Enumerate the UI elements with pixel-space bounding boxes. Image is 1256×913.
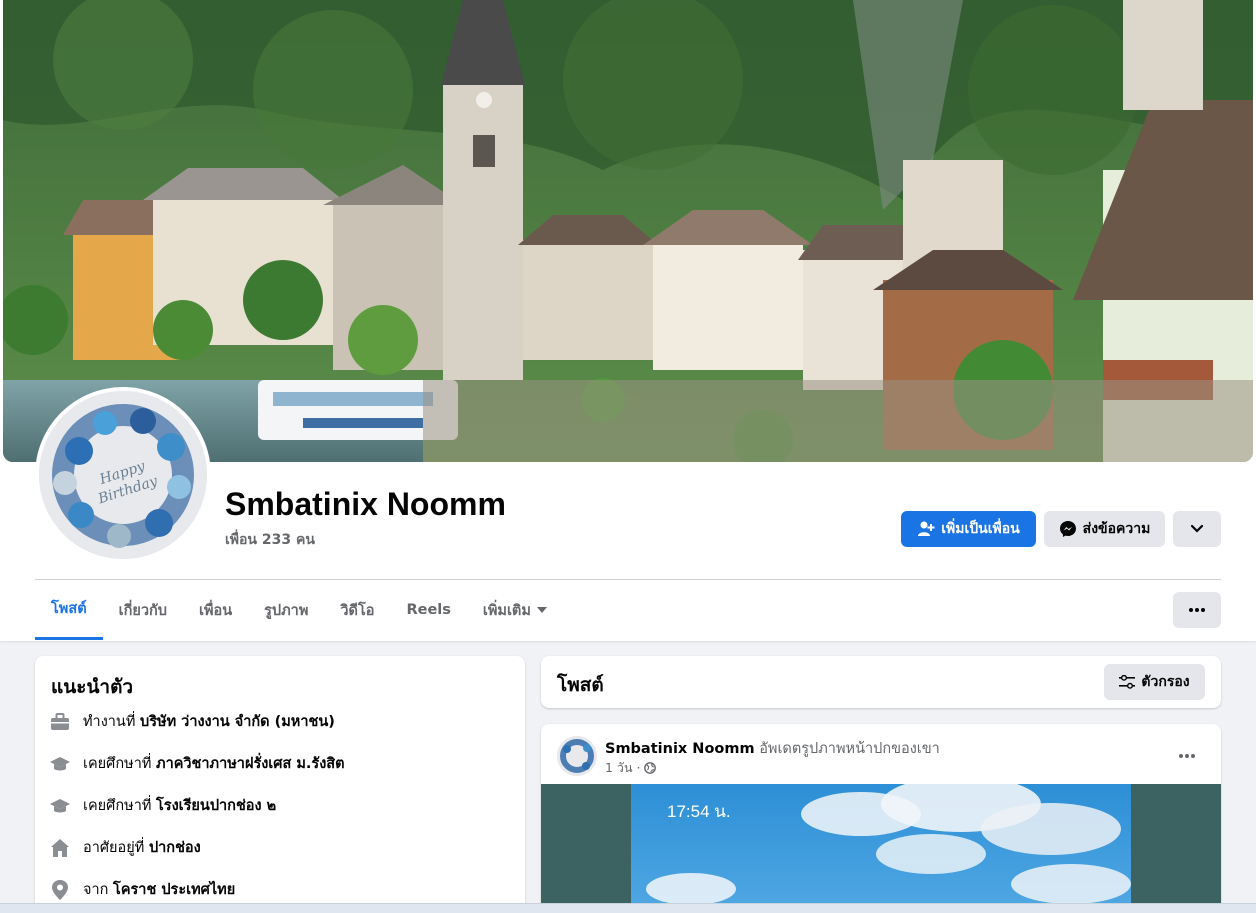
- add-friend-icon: [918, 521, 935, 536]
- post-timestamp[interactable]: 1 วัน ·: [605, 758, 657, 778]
- post-card: Smbatinix Noomm อัพเดตรูปภาพหน้าปกของเขา…: [541, 724, 1221, 913]
- friends-count[interactable]: เพื่อน 233 คน: [225, 529, 315, 551]
- filter-button[interactable]: ตัวกรอง: [1104, 664, 1205, 700]
- tab-label: วิดีโอ: [340, 602, 375, 619]
- message-button[interactable]: ส่งข้อความ: [1044, 511, 1165, 547]
- post-image-time: 17:54 น.: [667, 802, 731, 821]
- post-image-sky: 17:54 น.: [631, 784, 1131, 903]
- profile-name: Smbatinix Noomm: [225, 486, 506, 522]
- intro-prefix: จาก: [83, 882, 109, 898]
- intro-value[interactable]: บริษัท ว่างงาน จำกัด (มหาชน): [140, 714, 335, 730]
- tab-label: รูปภาพ: [264, 602, 309, 619]
- tab-label: Reels: [406, 602, 451, 618]
- tabs-more-options-button[interactable]: [1173, 592, 1221, 628]
- graduation-cap-icon: [49, 753, 71, 775]
- os-taskbar: [0, 903, 1256, 913]
- intro-education-2: เคยศึกษาที่ โรงเรียนปากช่อง ๒: [49, 794, 276, 817]
- intro-title: แนะนำตัว: [51, 676, 134, 698]
- more-dots-icon: [1189, 608, 1205, 612]
- profile-header: Happy Birthday Smbatinix Noomm เพื่อน 23…: [0, 0, 1256, 641]
- home-icon: [49, 837, 71, 859]
- tab-friends[interactable]: เพื่อน: [183, 580, 248, 640]
- intro-lives-in: อาศัยอยู่ที่ ปากช่อง: [49, 836, 201, 859]
- intro-value[interactable]: ปากช่อง: [149, 840, 201, 856]
- tab-label: เกี่ยวกับ: [118, 602, 167, 619]
- posts-title: โพสต์: [557, 674, 604, 696]
- post-author-name[interactable]: Smbatinix Noomm: [605, 741, 755, 757]
- intro-work: ทำงานที่ บริษัท ว่างงาน จำกัด (มหาชน): [49, 710, 335, 733]
- location-pin-icon: [49, 879, 71, 901]
- intro-value[interactable]: ภาควิชาภาษาฝรั่งเศส ม.รังสิต: [156, 756, 345, 772]
- cover-photo[interactable]: [3, 0, 1253, 462]
- tab-label: เพิ่มเติม: [482, 602, 531, 619]
- add-friend-label: เพิ่มเป็นเพื่อน: [941, 521, 1020, 537]
- chevron-down-icon: [1190, 524, 1204, 533]
- post-header-text: Smbatinix Noomm อัพเดตรูปภาพหน้าปกของเขา: [605, 737, 940, 760]
- messenger-icon: [1059, 521, 1076, 537]
- intro-value[interactable]: โคราช ประเทศไทย: [113, 882, 235, 898]
- tab-about[interactable]: เกี่ยวกับ: [103, 580, 183, 640]
- caret-down-icon: [536, 607, 547, 613]
- tab-label: เพื่อน: [198, 602, 233, 619]
- profile-options-button[interactable]: [1173, 511, 1221, 547]
- profile-avatar[interactable]: Happy Birthday: [35, 387, 211, 563]
- more-dots-icon: [1179, 754, 1195, 758]
- intro-value[interactable]: โรงเรียนปากช่อง ๒: [156, 798, 276, 814]
- posts-header-card: โพสต์ ตัวกรอง: [541, 656, 1221, 708]
- tab-posts[interactable]: โพสต์: [35, 580, 103, 640]
- intro-prefix: อาศัยอยู่ที่: [83, 840, 145, 856]
- post-options-button[interactable]: [1171, 740, 1203, 772]
- intro-prefix: ทำงานที่: [83, 714, 136, 730]
- intro-from: จาก โคราช ประเทศไทย: [49, 878, 235, 901]
- tab-photos[interactable]: รูปภาพ: [248, 580, 324, 640]
- post-time-text: 1 วัน ·: [605, 760, 641, 775]
- post-image[interactable]: 17:54 น.: [541, 784, 1221, 903]
- tab-reels[interactable]: Reels: [390, 580, 466, 640]
- cover-photo-image: [3, 0, 1253, 462]
- briefcase-icon: [49, 711, 71, 733]
- add-friend-button[interactable]: เพิ่มเป็นเพื่อน: [901, 511, 1036, 547]
- profile-tabs: โพสต์ เกี่ยวกับ เพื่อน รูปภาพ วิดีโอ Ree…: [35, 580, 563, 640]
- intro-education-1: เคยศึกษาที่ ภาควิชาภาษาฝรั่งเศส ม.รังสิต: [49, 752, 345, 775]
- filter-sliders-icon: [1119, 675, 1136, 689]
- tab-videos[interactable]: วิดีโอ: [324, 580, 390, 640]
- tab-more[interactable]: เพิ่มเติม: [467, 580, 563, 640]
- intro-prefix: เคยศึกษาที่: [83, 798, 152, 814]
- graduation-cap-icon: [49, 795, 71, 817]
- globe-icon: [644, 762, 657, 774]
- tab-label: โพสต์: [51, 601, 87, 617]
- post-action-text: อัพเดตรูปภาพหน้าปกของเขา: [759, 741, 940, 757]
- message-label: ส่งข้อความ: [1082, 521, 1151, 537]
- intro-prefix: เคยศึกษาที่: [83, 756, 152, 772]
- avatar-image: Happy Birthday: [39, 391, 207, 559]
- post-author-avatar[interactable]: [557, 736, 597, 776]
- filter-label: ตัวกรอง: [1141, 674, 1190, 690]
- intro-card: แนะนำตัว ทำงานที่ บริษัท ว่างงาน จำกัด (…: [35, 656, 525, 913]
